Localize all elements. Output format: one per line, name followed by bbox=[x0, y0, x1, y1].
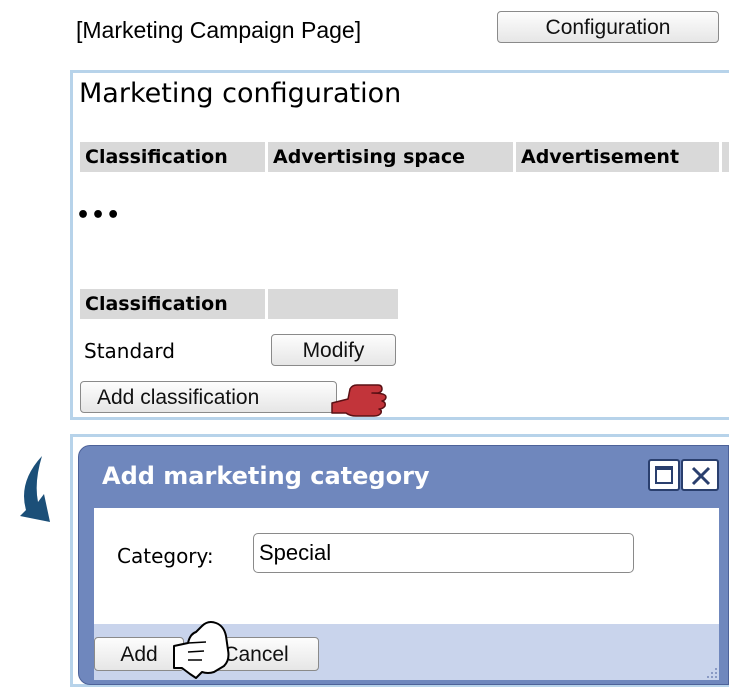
maximize-button[interactable] bbox=[648, 459, 680, 491]
category-input[interactable]: Special bbox=[253, 533, 634, 573]
curved-arrow-icon bbox=[20, 456, 50, 522]
page-label: [Marketing Campaign Page] bbox=[76, 17, 362, 43]
panel-title: Marketing configuration bbox=[79, 78, 402, 109]
pointing-hand-icon bbox=[331, 384, 387, 417]
close-icon bbox=[691, 466, 711, 486]
maximize-icon bbox=[655, 466, 673, 484]
column-header-advertisement: Advertisement bbox=[516, 142, 719, 172]
resize-grip-icon[interactable] bbox=[703, 664, 719, 680]
category-label: Category: bbox=[117, 544, 214, 568]
classification-table-header: Classification bbox=[80, 289, 265, 319]
marketing-config-panel bbox=[70, 70, 729, 420]
add-classification-button[interactable]: Add classification bbox=[80, 381, 337, 413]
column-header-classification: Classification bbox=[80, 142, 265, 172]
close-button[interactable] bbox=[681, 459, 719, 491]
configuration-button[interactable]: Configuration bbox=[497, 11, 719, 43]
pointing-hand-cursor-icon bbox=[173, 621, 230, 679]
dialog-title: Add marketing category bbox=[102, 462, 430, 490]
ellipsis: ••• bbox=[76, 203, 122, 228]
classification-row-name: Standard bbox=[84, 339, 175, 363]
classification-table-header-empty bbox=[268, 289, 398, 319]
column-header-advertising-space: Advertising space bbox=[268, 142, 513, 172]
column-header-extra bbox=[722, 142, 729, 172]
modify-button[interactable]: Modify bbox=[271, 334, 396, 366]
